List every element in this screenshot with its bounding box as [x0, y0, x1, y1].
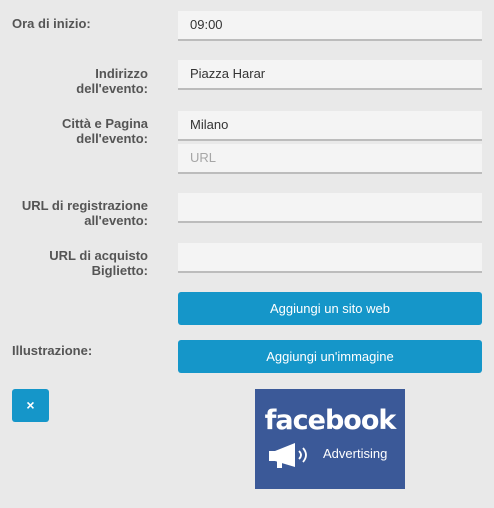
start-time-label: Ora di inizio: — [12, 16, 91, 31]
close-icon: × — [26, 397, 35, 413]
registration-url-input[interactable] — [178, 193, 482, 223]
registration-url-label-line2: all'evento: — [84, 213, 148, 228]
city-page-label: Città e Pagina dell'evento: — [8, 116, 148, 146]
city-input[interactable]: Milano — [178, 111, 482, 141]
city-page-label-line2: dell'evento: — [76, 131, 148, 146]
facebook-logo-text: facebook — [264, 405, 397, 436]
ticket-url-input[interactable] — [178, 243, 482, 273]
address-label: Indirizzo dell'evento: — [8, 66, 148, 96]
address-label-line1: Indirizzo — [95, 66, 148, 81]
illustration-label: Illustrazione: — [12, 343, 93, 358]
ticket-url-label-line2: Biglietto: — [91, 263, 148, 278]
city-page-label-line1: Città e Pagina — [62, 116, 148, 131]
remove-image-button[interactable]: × — [12, 389, 49, 422]
megaphone-icon — [269, 443, 307, 468]
address-label-line2: dell'evento: — [76, 81, 148, 96]
address-input[interactable]: Piazza Harar — [178, 60, 482, 90]
start-time-input[interactable]: 09:00 — [178, 11, 482, 41]
advertising-caption: Advertising — [323, 446, 388, 461]
event-page-url-input[interactable]: URL — [178, 144, 482, 174]
illustration-preview-image: facebook Advertising — [255, 389, 405, 489]
ticket-url-label-line1: URL di acquisto — [49, 248, 148, 263]
add-image-button[interactable]: Aggiungi un'immagine — [178, 340, 482, 373]
add-website-button[interactable]: Aggiungi un sito web — [178, 292, 482, 325]
registration-url-label-line1: URL di registrazione — [21, 198, 148, 213]
ticket-url-label: URL di acquisto Biglietto: — [8, 248, 148, 278]
registration-url-label: URL di registrazione all'evento: — [8, 198, 148, 228]
